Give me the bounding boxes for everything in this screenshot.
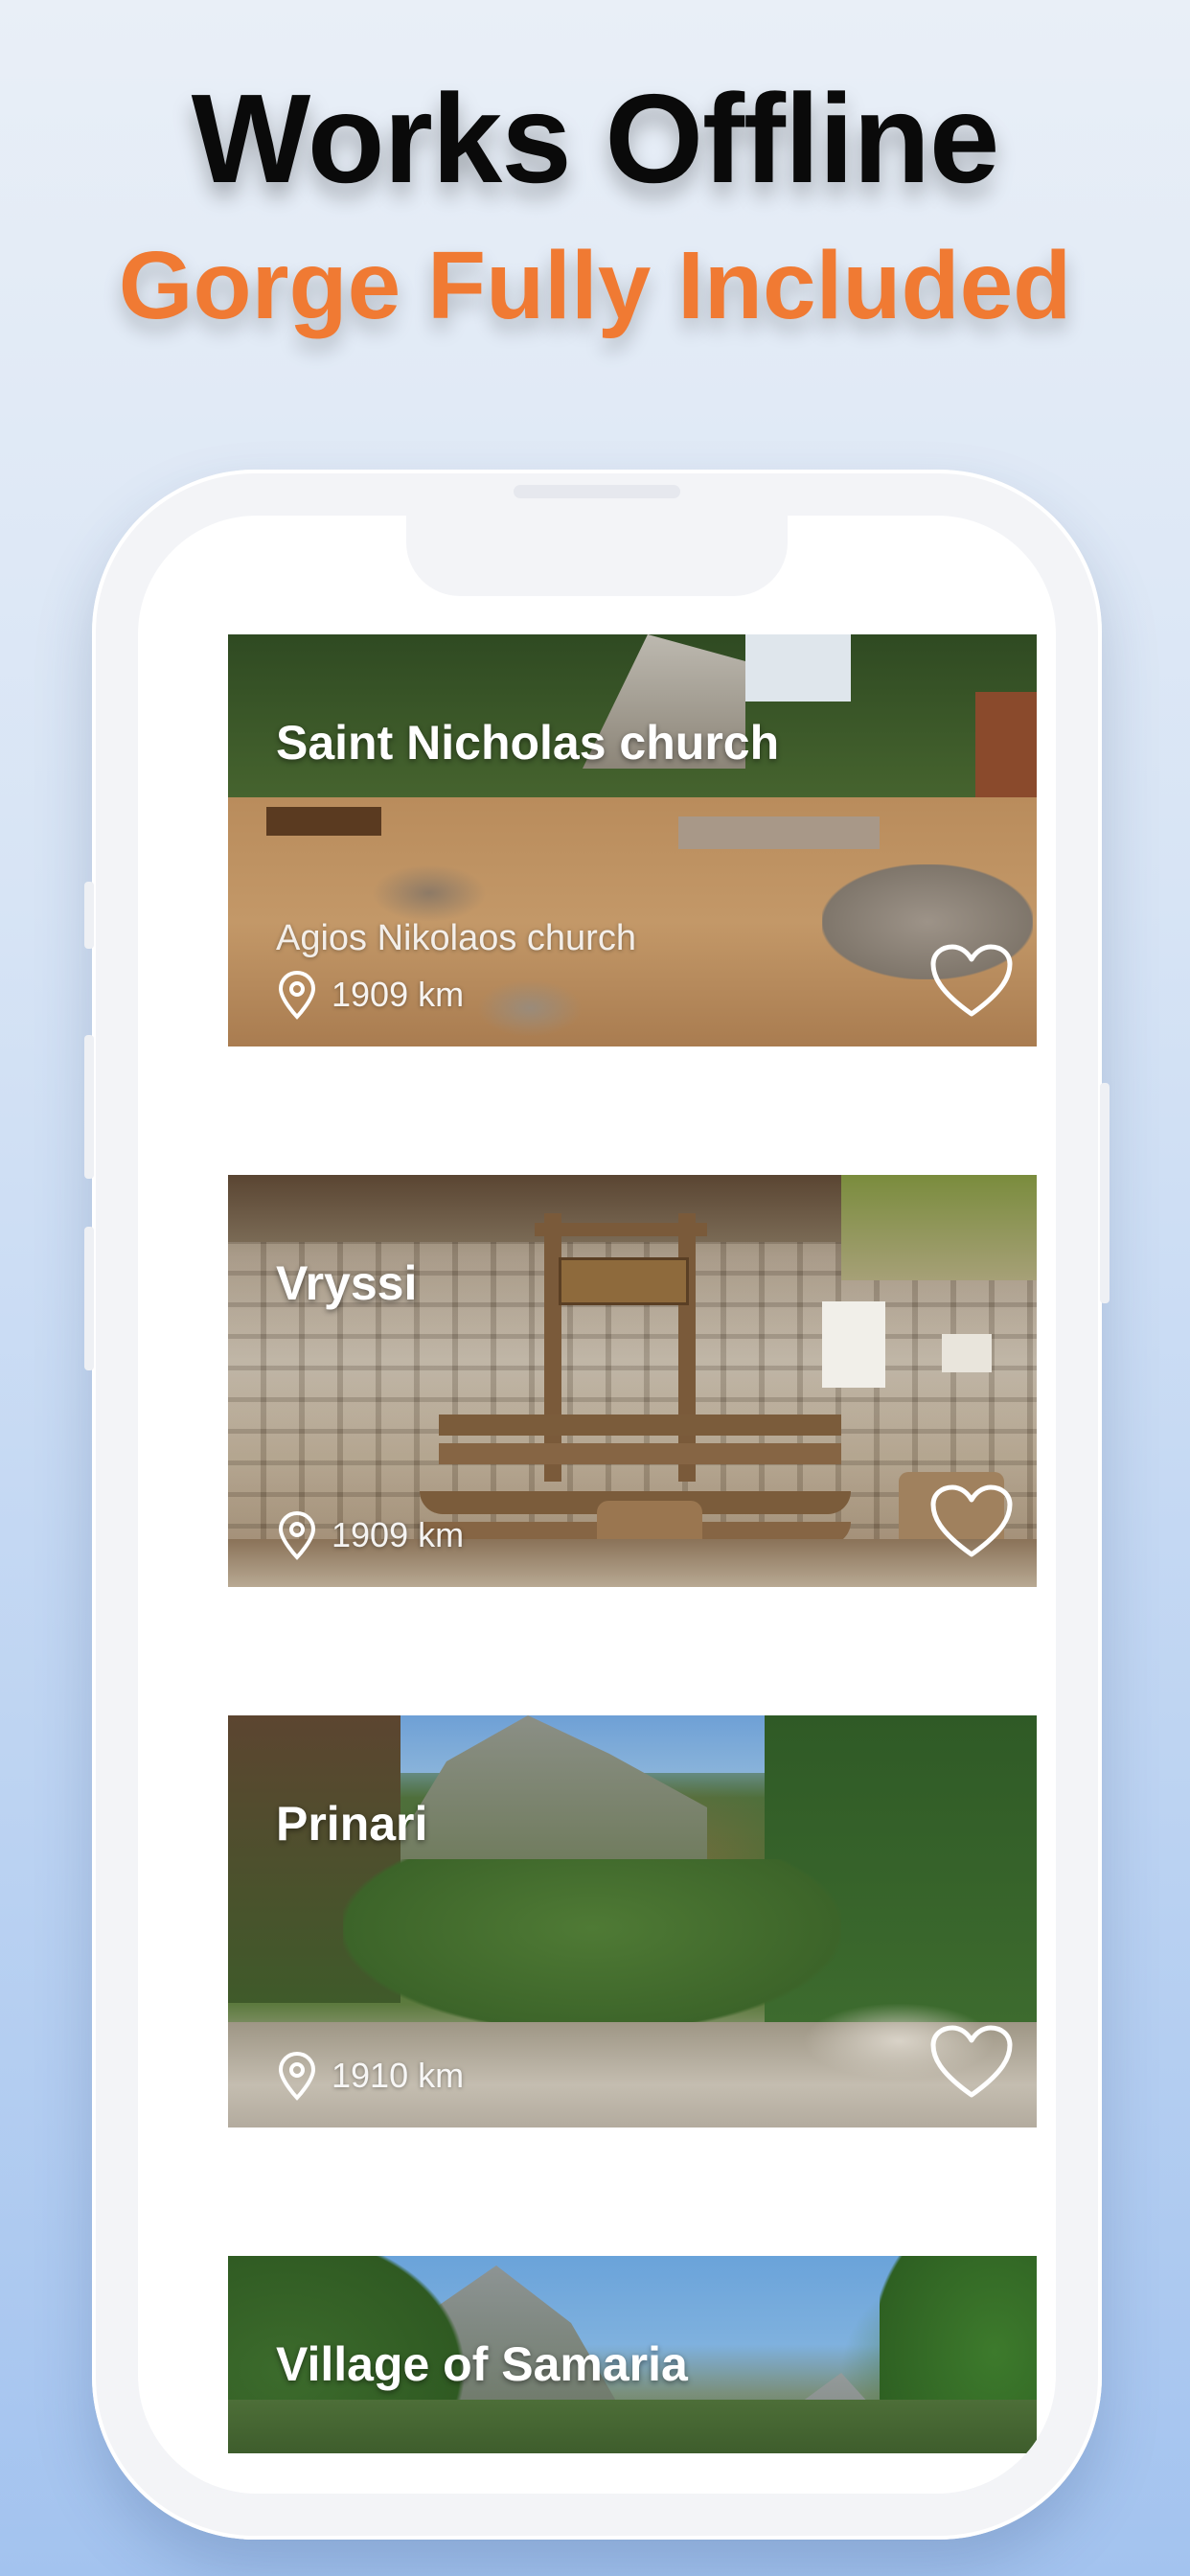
place-distance: 1909 km	[276, 970, 464, 1020]
favorite-heart-icon[interactable]	[929, 2024, 1014, 2101]
place-card-prinari[interactable]: Prinari 1910 km	[228, 1715, 1037, 2128]
map-pin-icon	[276, 1510, 318, 1560]
phone-power-button	[1100, 1083, 1110, 1303]
phone-volume-up-button	[84, 1035, 94, 1179]
place-card-vryssi[interactable]: Vryssi 1909 km	[228, 1175, 1037, 1587]
place-card-saint-nicholas[interactable]: Saint Nicholas church Agios Nikolaos chu…	[228, 634, 1037, 1046]
place-distance-text: 1909 km	[332, 975, 465, 1014]
phone-screen: Saint Nicholas church Agios Nikolaos chu…	[138, 516, 1056, 2494]
phone-speaker	[514, 485, 680, 498]
phone-side-button	[84, 882, 94, 949]
place-card-village-of-samaria[interactable]: Village of Samaria	[228, 2256, 1037, 2453]
phone-notch	[406, 516, 788, 596]
phone-volume-down-button	[84, 1227, 94, 1370]
place-name: Prinari	[276, 1797, 428, 1851]
place-distance-text: 1909 km	[332, 1515, 465, 1554]
place-distance-text: 1910 km	[332, 2056, 465, 2095]
place-name: Vryssi	[276, 1256, 418, 1310]
headline-subtitle: Gorge Fully Included	[118, 232, 1072, 339]
place-name: Saint Nicholas church	[276, 716, 780, 770]
favorite-heart-icon[interactable]	[929, 1484, 1014, 1560]
headline-title: Works Offline	[191, 68, 1000, 209]
place-name: Village of Samaria	[276, 2337, 688, 2391]
map-pin-icon	[276, 2051, 318, 2101]
favorite-heart-icon[interactable]	[929, 943, 1014, 1020]
place-distance: 1909 km	[276, 1510, 464, 1560]
place-alt-name: Agios Nikolaos church	[276, 918, 636, 958]
place-distance: 1910 km	[276, 2051, 464, 2101]
phone-frame: Saint Nicholas church Agios Nikolaos chu…	[84, 470, 1110, 2540]
map-pin-icon	[276, 970, 318, 1020]
